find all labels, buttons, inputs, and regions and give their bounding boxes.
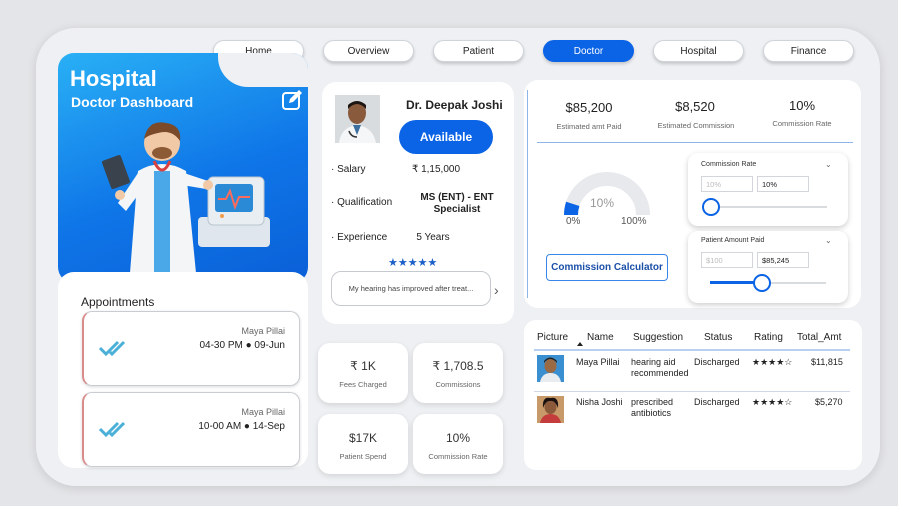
- column-header-suggestion[interactable]: Suggestion: [633, 332, 683, 343]
- patient-name: Nisha Joshi: [576, 397, 623, 407]
- column-header-status[interactable]: Status: [704, 332, 732, 343]
- gauge-max: 100%: [621, 216, 647, 227]
- hero-subtitle: Doctor Dashboard: [71, 94, 194, 110]
- sort-asc-icon[interactable]: [577, 342, 583, 346]
- column-header-picture[interactable]: Picture: [537, 332, 568, 343]
- qualification-label: · Qualification: [331, 197, 393, 208]
- nav-finance[interactable]: Finance: [763, 40, 854, 62]
- patient-photo: [537, 396, 564, 423]
- commission-rate-card: 10% Commission Rate: [413, 414, 503, 474]
- chevron-down-icon[interactable]: ⌄: [825, 160, 832, 169]
- divider: [527, 90, 528, 298]
- appointment-time: 10-00 AM ● 14-Sep: [198, 421, 285, 432]
- kpi-rate-label: Commission Rate: [772, 119, 832, 128]
- amount-min-input[interactable]: $100: [701, 252, 753, 268]
- double-check-icon: [98, 421, 126, 438]
- appointment-time: 04-30 PM ● 09-Jun: [199, 340, 285, 351]
- patient-photo: [537, 355, 564, 382]
- column-header-rating[interactable]: Rating: [754, 332, 783, 343]
- rate-min-input[interactable]: 10%: [701, 176, 753, 192]
- gauge-fill: [564, 201, 580, 216]
- patient-spend-card: $17K Patient Spend: [318, 414, 408, 474]
- hero-title: Hospital: [70, 66, 157, 91]
- commissions-value: ₹ 1,708.5: [432, 359, 484, 373]
- availability-button[interactable]: Available: [399, 120, 493, 154]
- patient-rating: ★★★★☆: [752, 397, 793, 407]
- nav-doctor[interactable]: Doctor: [543, 40, 634, 62]
- fees-charged-label: Fees Charged: [339, 380, 387, 389]
- experience-value: 5 Years: [416, 232, 450, 243]
- divider: [537, 142, 853, 143]
- rate-slider-thumb[interactable]: [702, 198, 720, 216]
- appointment-patient: Maya Pillai: [241, 326, 285, 336]
- commission-rate-label: Commission Rate: [428, 452, 488, 461]
- nav-patient[interactable]: Patient: [433, 40, 524, 62]
- nav-hospital[interactable]: Hospital: [653, 40, 744, 62]
- review-text: My hearing has improved after treat...: [331, 271, 491, 306]
- salary-value: ₹ 1,15,000: [411, 164, 461, 175]
- commissions-label: Commissions: [435, 380, 481, 389]
- doctor-name: Dr. Deepak Joshi: [406, 98, 503, 112]
- chevron-down-icon[interactable]: ⌄: [825, 236, 832, 245]
- patient-amount-slicer-title: Patient Amount Paid: [701, 237, 765, 244]
- gauge-min: 0%: [566, 216, 581, 227]
- commission-rate-value: 10%: [445, 431, 471, 445]
- appointment-card[interactable]: Maya Pillai 10-00 AM ● 14-Sep: [82, 392, 300, 467]
- appointment-patient: Maya Pillai: [241, 407, 285, 417]
- patient-suggestion: prescribed antibiotics: [631, 397, 674, 418]
- rate-current-input[interactable]: 10%: [757, 176, 809, 192]
- appointment-card[interactable]: Maya Pillai 04-30 PM ● 09-Jun: [82, 311, 300, 386]
- kpi-commission-label: Estimated Commission: [657, 121, 735, 130]
- amount-current-input[interactable]: $85,245: [757, 252, 809, 268]
- salary-label: · Salary: [331, 164, 366, 175]
- kpi-estimated-amt-value: $85,200: [565, 100, 613, 115]
- commission-calculator-button[interactable]: Commission Calculator: [546, 254, 668, 281]
- kpi-estimated-amt-label: Estimated amt Paid: [556, 122, 622, 131]
- row-divider: [534, 391, 850, 392]
- qualification-value: MS (ENT) - ENT Specialist: [420, 192, 494, 215]
- patient-spend-value: $17K: [348, 431, 378, 445]
- kpi-commission-value: $8,520: [675, 99, 715, 114]
- doctor-photo: [335, 95, 380, 143]
- nav-overview[interactable]: Overview: [323, 40, 414, 62]
- fees-charged-card: ₹ 1K Fees Charged: [318, 343, 408, 403]
- doctor-rating: ★★★★★: [388, 257, 438, 269]
- column-header-name[interactable]: Name: [587, 332, 614, 343]
- appointments-title: Appointments: [81, 295, 155, 309]
- patient-name: Maya Pillai: [576, 357, 620, 367]
- rate-slider-track[interactable]: [711, 206, 827, 208]
- column-header-total-amt[interactable]: Total_Amt: [797, 332, 841, 343]
- patient-spend-label: Patient Spend: [339, 452, 387, 461]
- edit-icon[interactable]: [281, 89, 303, 111]
- commissions-card: ₹ 1,708.5 Commissions: [413, 343, 503, 403]
- double-check-icon: [98, 340, 126, 357]
- patient-rating: ★★★★☆: [752, 357, 793, 367]
- patient-total: $5,270: [815, 397, 843, 407]
- fees-charged-value: ₹ 1K: [350, 359, 376, 373]
- commission-rate-slicer-title: Commission Rate: [701, 161, 757, 168]
- patient-status: Discharged: [694, 397, 740, 407]
- kpi-rate-value: 10%: [788, 98, 816, 113]
- patient-status: Discharged: [694, 357, 740, 367]
- header-divider: [534, 349, 850, 351]
- patient-suggestion: hearing aid recommended: [631, 357, 689, 378]
- gauge-value: 10%: [590, 196, 615, 210]
- chevron-right-icon[interactable]: ›: [494, 282, 499, 298]
- experience-label: · Experience: [331, 232, 388, 243]
- patient-total: $11,815: [811, 357, 843, 367]
